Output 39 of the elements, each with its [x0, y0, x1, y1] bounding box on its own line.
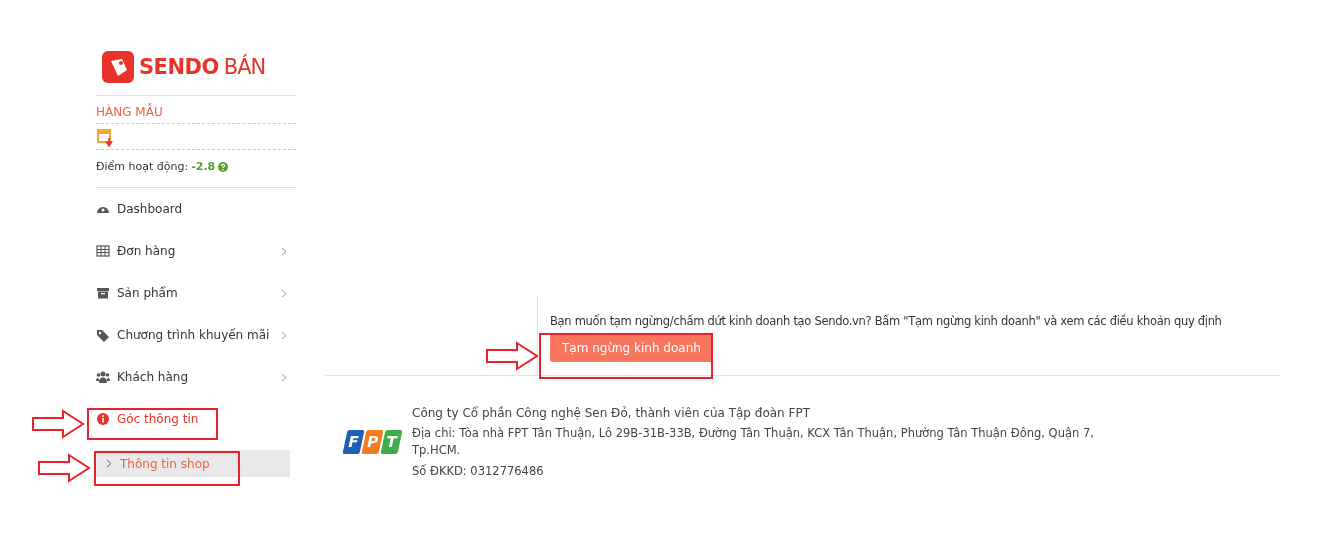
sidebar-item-label: Sản phẩm	[117, 286, 178, 300]
score-label: Điểm hoạt động:	[96, 160, 189, 173]
chevron-icon	[281, 246, 287, 256]
sidebar-item[interactable]: Sản phẩm	[96, 283, 296, 303]
arrow-icon	[31, 409, 85, 439]
company-name: Công ty Cổ phần Công nghệ Sen Đỏ, thành viên của Tập đoàn FPT	[412, 405, 811, 422]
tag-icon	[96, 328, 110, 342]
chevron-icon	[281, 288, 287, 298]
company-address: Địa chỉ: Tòa nhà FPT Tân Thuận, Lô 29B-31B-33B, Đường Tân Thuận, KCX Tân Thuận, Phường Tân Thuận Đông, Quận 7, Tp.HCM.	[412, 425, 1095, 460]
registration-number: Số ĐKKD: 0312776486	[412, 462, 545, 480]
shop-name: HÀNG MẪU	[96, 96, 296, 124]
arrow-icon	[485, 341, 539, 371]
sidebar-item-label: Dashboard	[117, 202, 183, 216]
score-value: -2.8	[191, 160, 216, 173]
arrow-icon	[37, 453, 91, 483]
sidebar-item-label: Chương trình khuyến mãi	[117, 328, 270, 342]
users-icon	[96, 370, 110, 384]
submenu-item-label: Thông tin shop	[120, 456, 210, 471]
sidebar-item-label: Khách hàng	[117, 370, 189, 384]
archive-icon	[96, 286, 110, 300]
store-icon	[96, 127, 114, 147]
sidebar-item[interactable]: Khách hàng	[96, 367, 296, 387]
sidebar-item[interactable]: Đơn hàng	[96, 241, 296, 261]
help-icon	[218, 161, 229, 172]
fpt-logo: F P T	[342, 429, 403, 454]
table-icon	[96, 244, 110, 258]
chevron-icon	[106, 459, 112, 468]
sidebar-item[interactable]: Chương trình khuyến mãi	[96, 325, 296, 345]
logo-text: BÁN	[223, 55, 266, 79]
sidebar-item[interactable]: Dashboard	[96, 199, 183, 219]
tag-logo-icon	[102, 51, 134, 83]
chevron-icon	[281, 330, 287, 340]
chevron-icon	[281, 372, 287, 382]
sidebar-item-label: Đơn hàng	[117, 244, 176, 258]
sidebar-item[interactable]: Góc thông tin	[96, 409, 199, 429]
info-icon	[96, 412, 110, 426]
logo-text: SENDO	[139, 55, 219, 79]
sidebar-item-label: Góc thông tin	[117, 412, 199, 426]
suspend-notice: Bạn muốn tạm ngừng/chấm dứt kinh doanh tạo Sendo.vn? Bấm "Tạm ngừng kinh doanh" và xem các điều khoản quy định	[550, 314, 1223, 328]
